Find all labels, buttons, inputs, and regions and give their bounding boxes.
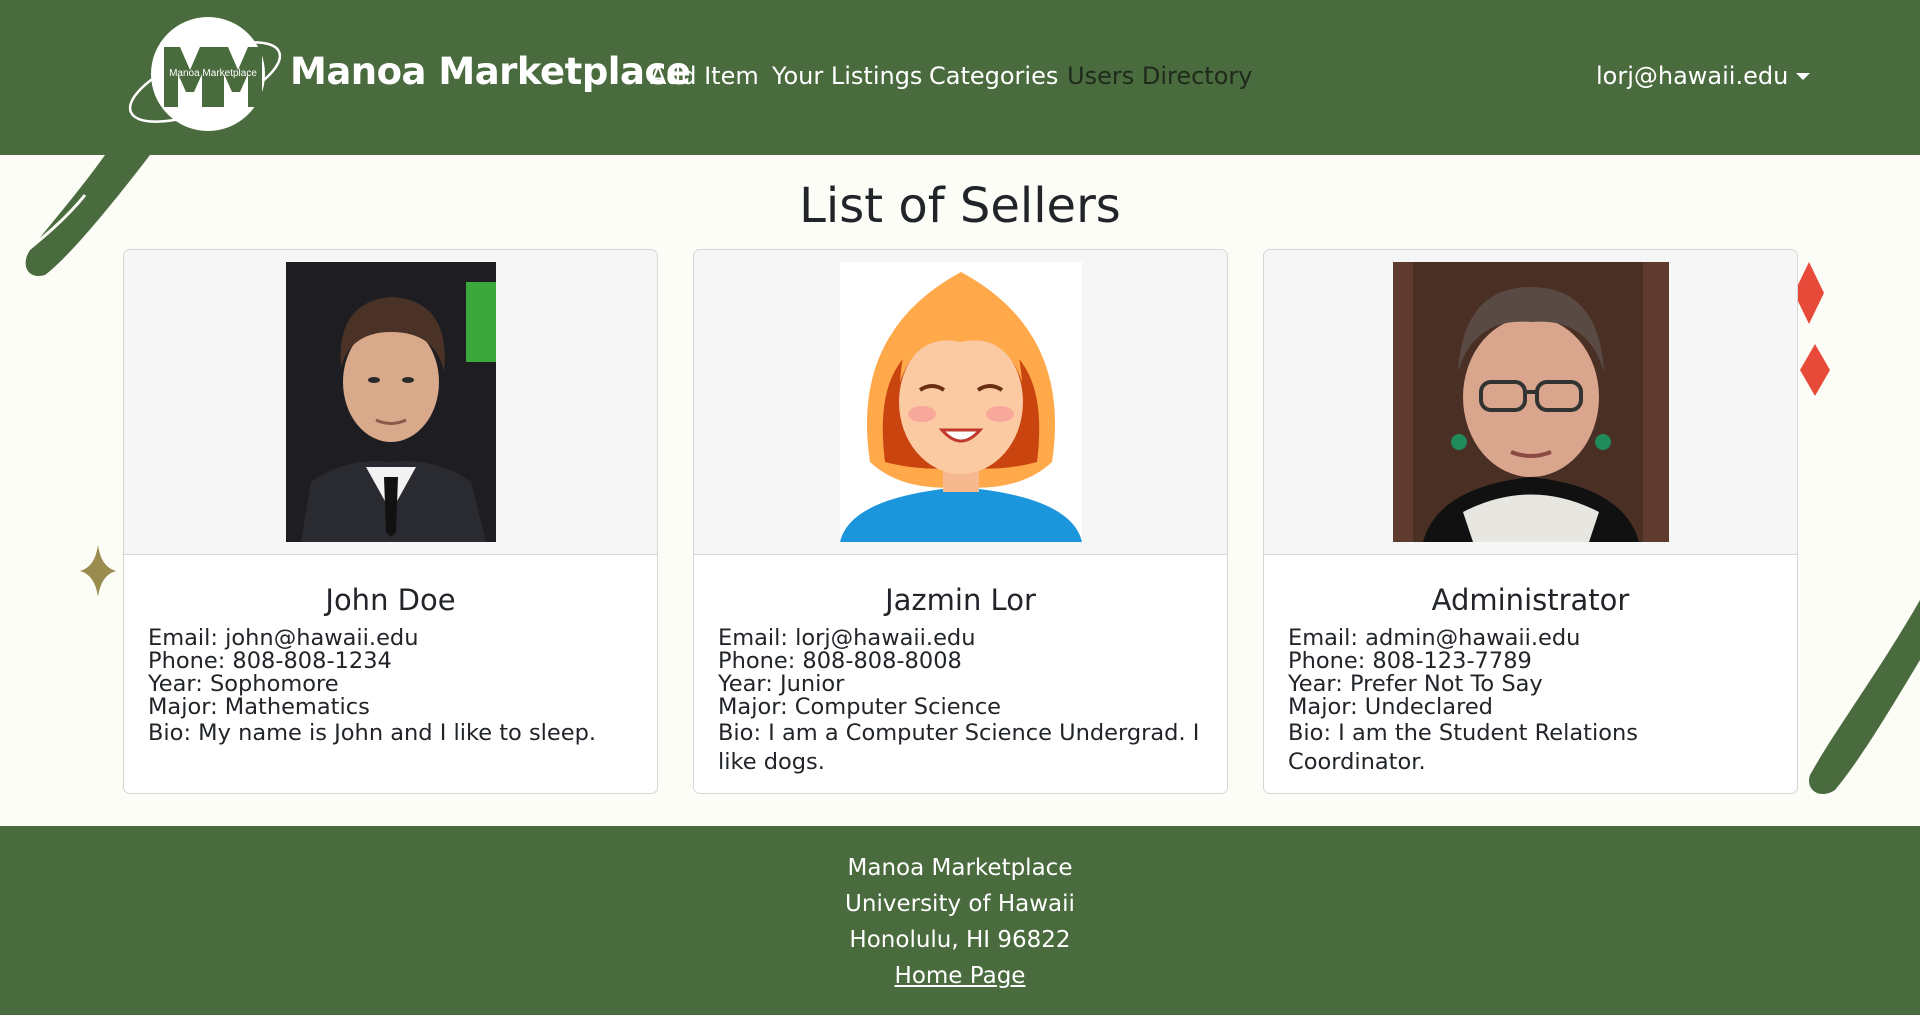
seller-year: Year: Junior: [718, 671, 845, 697]
seller-card: John Doe Email: john@hawaii.edu Phone: 8…: [123, 249, 658, 794]
brand-title[interactable]: Manoa Marketplace: [290, 50, 691, 93]
navbar: Manoa Marketplace Manoa Marketplace Add …: [0, 0, 1920, 155]
nav-your-listings[interactable]: Your Listings: [772, 62, 922, 90]
seller-card: Jazmin Lor Email: lorj@hawaii.edu Phone:…: [693, 249, 1228, 794]
seller-photo: [1392, 262, 1669, 542]
diamond-icon: [1800, 344, 1830, 396]
seller-email: Email: admin@hawaii.edu: [1288, 625, 1581, 651]
page-title: List of Sellers: [799, 178, 1121, 234]
seller-bio: Bio: I am the Student Relations Coordina…: [1288, 720, 1638, 775]
brush-stroke-right-decoration: [1798, 600, 1920, 795]
footer-address: Honolulu, HI 96822: [849, 927, 1071, 953]
seller-card: Administrator Email: admin@hawaii.edu Ph…: [1263, 249, 1798, 794]
seller-year: Year: Prefer Not To Say: [1288, 671, 1543, 697]
sparkle-icon: [80, 545, 116, 597]
chevron-down-icon: [1796, 73, 1811, 80]
seller-major: Major: Mathematics: [148, 694, 370, 720]
seller-name: Jazmin Lor: [885, 583, 1036, 617]
seller-email: Email: john@hawaii.edu: [148, 625, 419, 651]
user-email: lorj@hawaii.edu: [1596, 62, 1789, 90]
seller-major: Major: Computer Science: [718, 694, 1002, 720]
seller-bio: Bio: I am a Computer Science Undergrad. …: [718, 720, 1200, 775]
logo[interactable]: Manoa Marketplace: [120, 12, 300, 137]
seller-email: Email: lorj@hawaii.edu: [718, 625, 976, 651]
seller-photo: [285, 262, 496, 542]
footer-university: University of Hawaii: [845, 891, 1075, 917]
logo-text: Manoa Marketplace: [169, 68, 257, 79]
footer-site-name: Manoa Marketplace: [847, 855, 1073, 881]
nav-users-directory[interactable]: Users Directory: [1067, 62, 1252, 90]
seller-major: Major: Undeclared: [1288, 694, 1493, 720]
seller-year: Year: Sophomore: [148, 671, 339, 697]
seller-bio: Bio: My name is John and I like to sleep…: [148, 720, 597, 746]
home-page-link[interactable]: Home Page: [895, 963, 1026, 989]
seller-phone: Phone: 808-123-7789: [1288, 648, 1532, 674]
seller-name: Administrator: [1431, 583, 1630, 617]
footer: Manoa Marketplace University of Hawaii H…: [0, 826, 1920, 1015]
seller-phone: Phone: 808-808-8008: [718, 648, 962, 674]
seller-avatar: [839, 262, 1082, 542]
user-dropdown[interactable]: lorj@hawaii.edu: [1596, 62, 1811, 90]
nav-add-item[interactable]: Add Item: [650, 62, 759, 90]
seller-name: John Doe: [325, 583, 456, 617]
nav-categories[interactable]: Categories: [929, 62, 1058, 90]
seller-phone: Phone: 808-808-1234: [148, 648, 392, 674]
